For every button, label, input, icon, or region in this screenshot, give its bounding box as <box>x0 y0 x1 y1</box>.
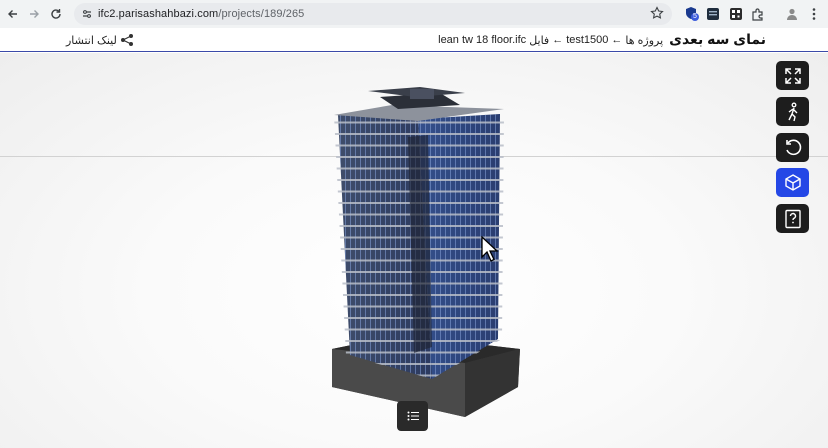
app-header: لینک انتشار نمای سه بعدی پروژه ها ← test… <box>0 28 828 52</box>
reload-button[interactable] <box>45 3 67 25</box>
address-bar[interactable]: ifc2.parisashahbazi.com/projects/189/265 <box>74 3 672 25</box>
extensions-puzzle-button[interactable] <box>750 6 766 22</box>
share-link-label: لینک انتشار <box>66 34 117 47</box>
profile-button[interactable] <box>784 6 800 22</box>
cube-icon <box>784 173 801 191</box>
breadcrumb-file-label: فایل <box>529 35 550 47</box>
list-icon <box>407 411 419 421</box>
extension-qr-button[interactable] <box>728 6 744 22</box>
kebab-menu-icon <box>812 8 816 20</box>
page-title: نمای سه بعدی <box>669 31 766 47</box>
browser-menu-button[interactable] <box>806 6 822 22</box>
extension-badge: 5 <box>691 13 699 21</box>
share-link-button[interactable]: لینک انتشار <box>66 33 134 47</box>
fullscreen-button[interactable] <box>776 61 809 90</box>
extension-grid-button[interactable] <box>705 6 721 22</box>
grid-extension-icon <box>707 8 719 20</box>
back-button[interactable] <box>2 3 24 25</box>
forward-button[interactable] <box>23 3 45 25</box>
breadcrumb: نمای سه بعدی پروژه ها ← test1500 ← فایل … <box>438 31 766 48</box>
3d-viewer-canvas[interactable] <box>0 53 828 448</box>
model-tree-button[interactable] <box>397 401 428 431</box>
reload-icon <box>51 9 61 19</box>
extension-button[interactable]: 5 <box>683 6 699 22</box>
site-settings-icon[interactable] <box>78 8 96 20</box>
breadcrumb-file-name: lean tw 18 floor.ifc <box>438 34 527 46</box>
reset-icon <box>785 139 801 155</box>
expand-icon <box>784 67 801 84</box>
browser-toolbar: ifc2.parisashahbazi.com/projects/189/265… <box>0 0 828 28</box>
reset-view-button[interactable] <box>776 133 809 162</box>
avatar-icon <box>787 8 797 20</box>
forward-arrow-icon <box>30 10 39 18</box>
breadcrumb-path: پروژه ها ← test1500 ← فایل lean tw 18 fl… <box>438 34 663 47</box>
puzzle-icon <box>752 8 763 21</box>
url-text: ifc2.parisashahbazi.com/projects/189/265 <box>98 8 305 20</box>
qr-extension-icon <box>730 8 742 20</box>
help-book-icon <box>784 209 801 228</box>
breadcrumb-projects-link[interactable]: پروژه ها <box>625 34 663 47</box>
walk-mode-button[interactable] <box>776 97 809 126</box>
help-button[interactable] <box>776 204 809 233</box>
walk-icon <box>787 102 797 121</box>
mouse-cursor-icon <box>481 236 499 262</box>
model-view-button[interactable] <box>776 168 809 197</box>
back-arrow-icon <box>8 10 17 18</box>
bookmark-star-icon[interactable] <box>650 6 664 25</box>
breadcrumb-project-link[interactable]: test1500 <box>566 34 608 47</box>
breadcrumb-separator: ← <box>552 34 564 46</box>
share-icon <box>120 34 133 46</box>
breadcrumb-separator: ← <box>611 34 623 46</box>
